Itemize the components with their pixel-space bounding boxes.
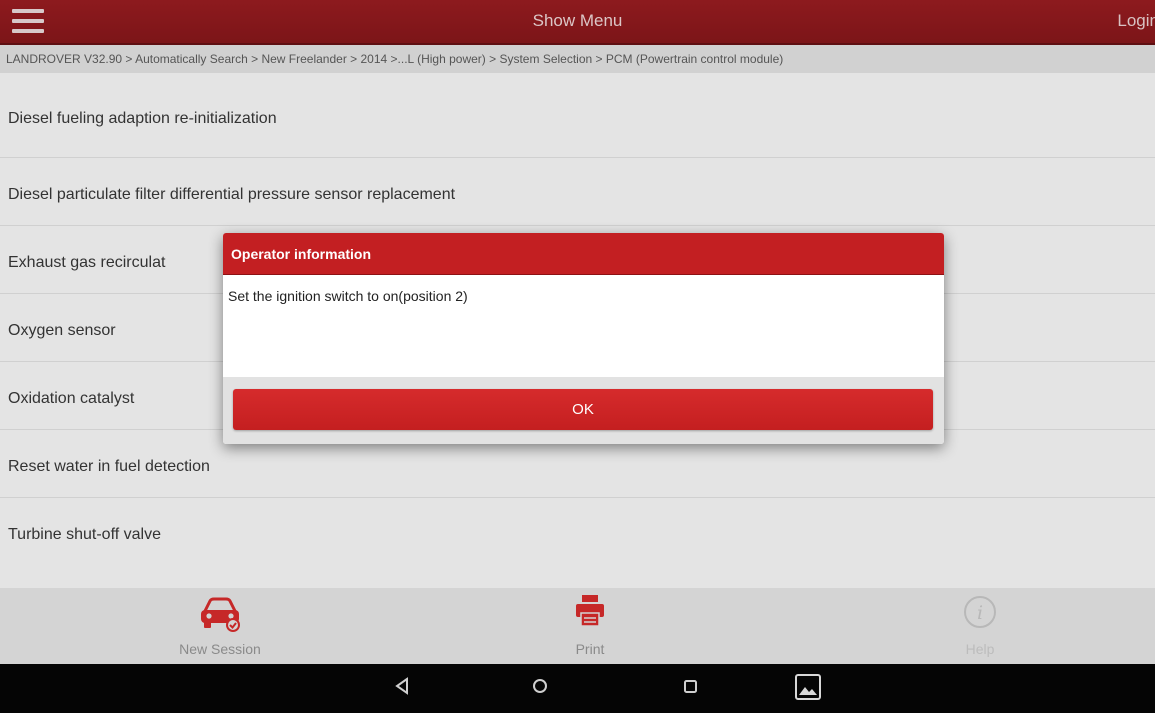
show-menu-title[interactable]: Show Menu: [0, 11, 1155, 31]
ok-button[interactable]: OK: [233, 389, 933, 430]
new-session-label: New Session: [179, 641, 261, 657]
list-item-label: Oxidation catalyst: [8, 390, 135, 407]
android-navigation-bar: [0, 664, 1155, 713]
list-item-label: Diesel particulate filter differential p…: [8, 186, 456, 203]
dialog-header: Operator information: [223, 233, 944, 275]
printer-icon: [576, 595, 604, 627]
print-button[interactable]: Print: [550, 588, 630, 664]
dialog-message: Set the ignition switch to on(position 2…: [228, 288, 468, 304]
list-item-label: Oxygen sensor: [8, 322, 116, 339]
help-button[interactable]: i Help: [940, 588, 1020, 664]
top-bar: Show Menu Login: [0, 0, 1155, 45]
dialog-title: Operator information: [231, 246, 372, 262]
info-icon: i: [964, 596, 996, 628]
list-item-label: Turbine shut-off valve: [8, 526, 161, 543]
list-item-label: Diesel fueling adaption re-initializatio…: [8, 110, 277, 127]
gallery-icon[interactable]: [795, 674, 821, 700]
operator-information-dialog: Operator information Set the ignition sw…: [223, 233, 944, 444]
list-item-label: Exhaust gas recirculat: [8, 254, 166, 271]
breadcrumb: LANDROVER V32.90 > Automatically Search …: [0, 45, 1155, 73]
list-item[interactable]: Diesel particulate filter differential p…: [0, 158, 1155, 226]
svg-text:i: i: [977, 602, 983, 624]
app-window: Show Menu Login LANDROVER V32.90 > Autom…: [0, 0, 1155, 713]
bottom-toolbar: New Session Print i Help: [0, 588, 1155, 664]
list-item[interactable]: Turbine shut-off valve: [0, 498, 1155, 566]
car-icon: [201, 597, 240, 632]
home-circle-icon[interactable]: [530, 676, 550, 696]
login-link[interactable]: Login: [1117, 11, 1155, 31]
back-triangle-icon[interactable]: [392, 676, 412, 696]
new-session-button[interactable]: New Session: [150, 588, 290, 664]
print-label: Print: [575, 641, 605, 657]
recents-square-icon[interactable]: [680, 676, 700, 696]
dialog-footer: OK: [223, 377, 944, 444]
list-item-label: Reset water in fuel detection: [8, 458, 210, 475]
list-item[interactable]: Diesel fueling adaption re-initializatio…: [0, 104, 1155, 158]
help-label: Help: [965, 641, 995, 657]
